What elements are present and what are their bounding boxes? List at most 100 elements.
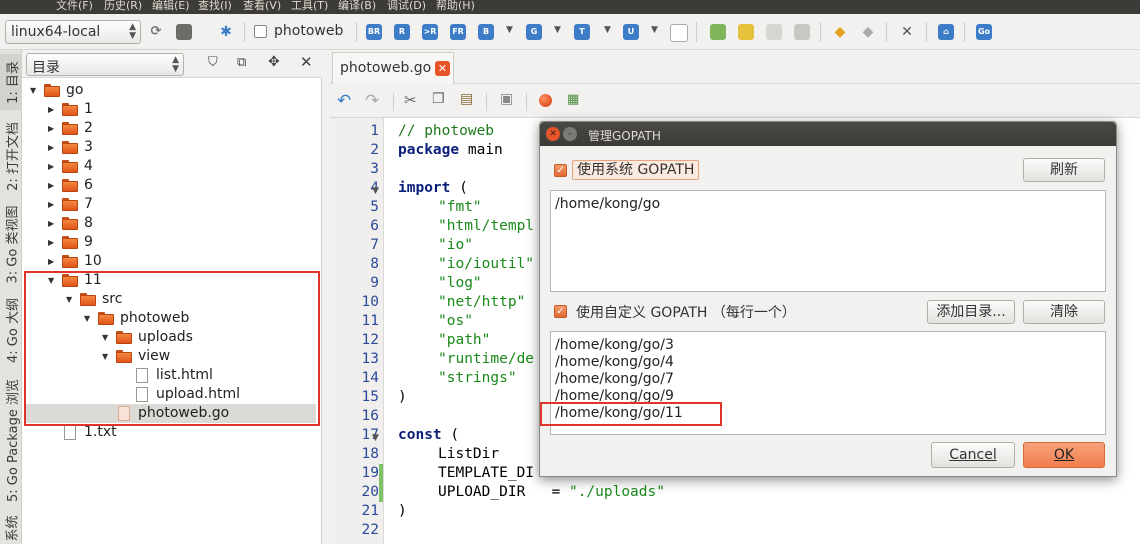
code-line: "io/ioutil" xyxy=(438,256,535,272)
run-icon[interactable]: R xyxy=(394,24,410,40)
fold-marker-icon[interactable]: ▼ xyxy=(372,186,379,196)
add-directory-button[interactable]: 添加目录... xyxy=(927,300,1015,324)
use-system-gopath-checkbox[interactable]: ✓ xyxy=(554,164,567,177)
refresh-env-icon[interactable]: ⟳ xyxy=(148,24,164,40)
tree-item-folder[interactable]: ▶ 3 xyxy=(48,138,318,157)
doc-green-icon[interactable] xyxy=(710,24,726,40)
code-line: "path" xyxy=(438,332,491,348)
update-icon[interactable]: U xyxy=(623,24,639,40)
menu-debug[interactable]: 调试(D) xyxy=(387,0,426,12)
edit-env-icon[interactable] xyxy=(176,24,192,40)
line-number: 5 xyxy=(370,199,379,215)
folder-icon xyxy=(62,217,78,230)
tree-item-go[interactable]: ▼ go xyxy=(30,81,320,100)
menu-file[interactable]: 文件(F) xyxy=(56,0,93,12)
lock-icon[interactable]: ▣ xyxy=(500,91,513,107)
forward-arrow-icon[interactable]: ◆ xyxy=(860,24,876,40)
toolbar-separator xyxy=(393,93,394,111)
go-get-icon[interactable]: G xyxy=(526,24,542,40)
tree-item-folder[interactable]: ▶ 8 xyxy=(48,214,318,233)
tab-system[interactable]: 系统 xyxy=(0,512,22,544)
tree-highlight-box xyxy=(24,271,320,426)
file-run-icon[interactable]: FR xyxy=(450,24,466,40)
refresh-button[interactable]: 刷新 xyxy=(1023,158,1105,182)
cancel-button[interactable]: Cancel xyxy=(931,442,1015,468)
editor-toolbar: ↶ ↷ ✂ ❐ ▤ ▣ ▦ xyxy=(330,84,1140,118)
go-docs-icon[interactable]: Go xyxy=(976,24,992,40)
fold-marker-icon[interactable]: ▼ xyxy=(372,433,379,443)
tab-directory[interactable]: 1: 目录 xyxy=(0,54,22,110)
menu-view[interactable]: 查看(V) xyxy=(243,0,281,12)
code-line: const ( xyxy=(398,427,460,443)
export-icon[interactable]: ▦ xyxy=(567,92,579,107)
cut-icon[interactable]: ✂ xyxy=(404,91,417,109)
menu-help[interactable]: 帮助(H) xyxy=(436,0,475,12)
close-tab-icon[interactable]: ✕ xyxy=(435,61,450,76)
home-icon[interactable]: ⌂ xyxy=(938,24,954,40)
build-dropdown-icon[interactable]: ▼ xyxy=(506,25,513,35)
folder-icon xyxy=(62,103,78,116)
new-file-icon[interactable] xyxy=(670,24,688,42)
update-dropdown-icon[interactable]: ▼ xyxy=(651,25,658,35)
settings-gear-icon[interactable]: ✱ xyxy=(218,24,234,40)
doc-yellow-icon[interactable] xyxy=(738,24,754,40)
build-icon[interactable]: B xyxy=(478,24,494,40)
close-window-icon[interactable]: ✕ xyxy=(546,127,560,141)
line-number: 16 xyxy=(361,408,379,424)
custom-path-item[interactable]: /home/kong/go/3 xyxy=(555,337,674,354)
close-panel-icon[interactable]: ✕ xyxy=(300,53,313,71)
sync-editor-icon[interactable]: ✥ xyxy=(268,54,280,70)
build-run-icon[interactable]: BR xyxy=(366,24,382,40)
copy-icon[interactable]: ❐ xyxy=(432,91,445,107)
doc-lock-icon[interactable] xyxy=(794,24,810,40)
undo-icon[interactable]: ↶ xyxy=(337,91,351,111)
line-number: 6 xyxy=(370,218,379,234)
custom-path-item[interactable]: /home/kong/go/7 xyxy=(555,371,674,388)
tree-item-folder[interactable]: ▶ 7 xyxy=(48,195,318,214)
tools-icon[interactable]: ✕ xyxy=(899,24,915,40)
system-gopath-list[interactable]: /home/kong/go xyxy=(550,190,1106,292)
line-number: 18 xyxy=(361,446,379,462)
path-highlight-box xyxy=(540,402,722,426)
tree-item-folder[interactable]: ▶ 10 xyxy=(48,252,318,271)
test-icon[interactable]: T xyxy=(574,24,590,40)
get-dropdown-icon[interactable]: ▼ xyxy=(554,25,561,35)
tab-go-class-view[interactable]: 3: Go 类视图 xyxy=(0,202,22,286)
ok-button[interactable]: OK xyxy=(1023,442,1105,468)
folder-icon xyxy=(62,255,78,268)
paste-icon[interactable]: ▤ xyxy=(460,91,473,107)
tree-item-folder[interactable]: ▶ 6 xyxy=(48,176,318,195)
tab-go-outline[interactable]: 4: Go 大纲 xyxy=(0,292,22,368)
tree-item-folder[interactable]: ▶ 9 xyxy=(48,233,318,252)
tree-item-folder[interactable]: ▶ 4 xyxy=(48,157,318,176)
redo-icon[interactable]: ↷ xyxy=(365,91,379,111)
code-line: "strings" xyxy=(438,370,517,386)
clear-button[interactable]: 清除 xyxy=(1023,300,1105,324)
tree-item-folder[interactable]: ▶ 2 xyxy=(48,119,318,138)
menu-tools[interactable]: 工具(T) xyxy=(291,0,328,12)
tree-item-folder[interactable]: ▶ 1 xyxy=(48,100,318,119)
tab-open-documents[interactable]: 2: 打开文档 xyxy=(0,116,22,196)
back-arrow-icon[interactable]: ◆ xyxy=(832,24,848,40)
record-icon[interactable] xyxy=(539,94,552,107)
run-terminal-icon[interactable]: >R xyxy=(422,24,438,40)
folder-icon xyxy=(62,141,78,154)
environment-select[interactable]: linux64-local ▲ ▼ xyxy=(5,20,141,44)
menu-find[interactable]: 查找(I) xyxy=(198,0,232,12)
menu-edit[interactable]: 编辑(E) xyxy=(152,0,190,12)
filter-icon[interactable]: ⛉ xyxy=(208,55,218,70)
use-custom-gopath-checkbox[interactable]: ✓ xyxy=(554,305,567,318)
tab-photoweb-go[interactable]: photoweb.go ✕ xyxy=(332,52,454,84)
view-mode-select[interactable]: 目录 ▲ ▼ xyxy=(26,53,184,76)
test-dropdown-icon[interactable]: ▼ xyxy=(604,25,611,35)
code-line: "log" xyxy=(438,275,482,291)
menu-build[interactable]: 编译(B) xyxy=(338,0,376,12)
menu-history[interactable]: 历史(R) xyxy=(104,0,142,12)
minimize-window-icon[interactable]: – xyxy=(563,127,577,141)
tab-go-package-browser[interactable]: 5: Go Package 浏览 xyxy=(0,372,22,508)
build-file-checkbox[interactable] xyxy=(254,25,267,38)
collapsed-arrow-icon: ▶ xyxy=(48,105,55,114)
new-window-icon[interactable]: ⧉ xyxy=(237,55,246,70)
custom-path-item[interactable]: /home/kong/go/4 xyxy=(555,354,674,371)
doc-gray-icon[interactable] xyxy=(766,24,782,40)
